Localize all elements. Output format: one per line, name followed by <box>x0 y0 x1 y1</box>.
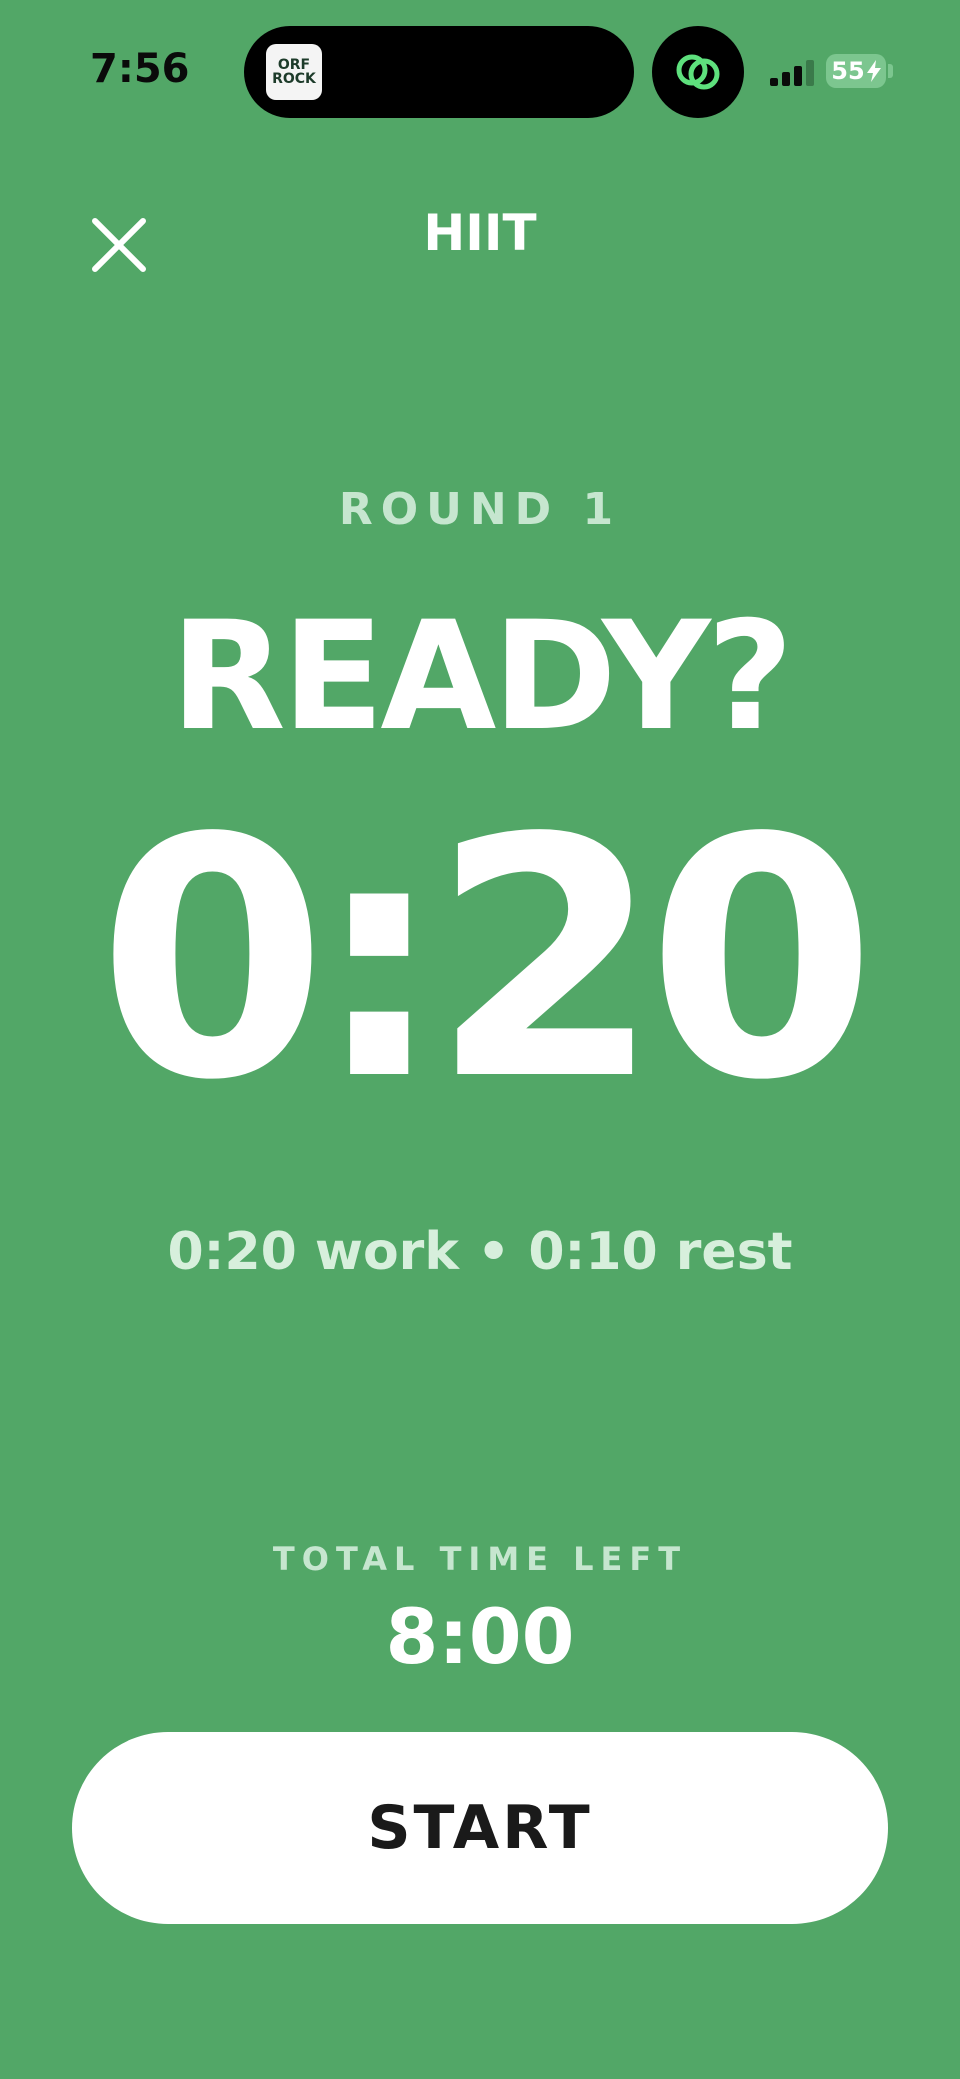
dynamic-island[interactable]: ORF ROCK <box>244 26 634 118</box>
battery-level: 55 <box>831 57 865 85</box>
start-button[interactable]: START <box>72 1732 888 1924</box>
artwork-text-line1: ORF <box>277 57 311 73</box>
countdown-display: 0:20 <box>97 768 877 1152</box>
now-playing-artwork: ORF ROCK <box>266 44 322 100</box>
state-label: READY? <box>170 590 793 764</box>
artwork-text-line2: ROCK <box>272 71 316 87</box>
cellular-signal-icon <box>770 58 816 86</box>
linked-circles-icon[interactable] <box>652 26 744 118</box>
battery-icon: 55 <box>826 54 886 88</box>
page-title: HIIT <box>423 204 537 262</box>
hiit-timer-screen: 7:56 ORF ROCK 55 HIIT ROUND 1 READY? 0:2… <box>0 0 960 2079</box>
battery-cap <box>888 64 893 78</box>
total-time-label: TOTAL TIME LEFT <box>272 1540 688 1578</box>
bolt-icon <box>866 60 881 82</box>
interval-summary: 0:20 work • 0:10 rest <box>167 1222 793 1282</box>
round-label: ROUND 1 <box>338 484 622 535</box>
status-time: 7:56 <box>90 46 190 92</box>
total-time-value: 8:00 <box>385 1592 575 1681</box>
